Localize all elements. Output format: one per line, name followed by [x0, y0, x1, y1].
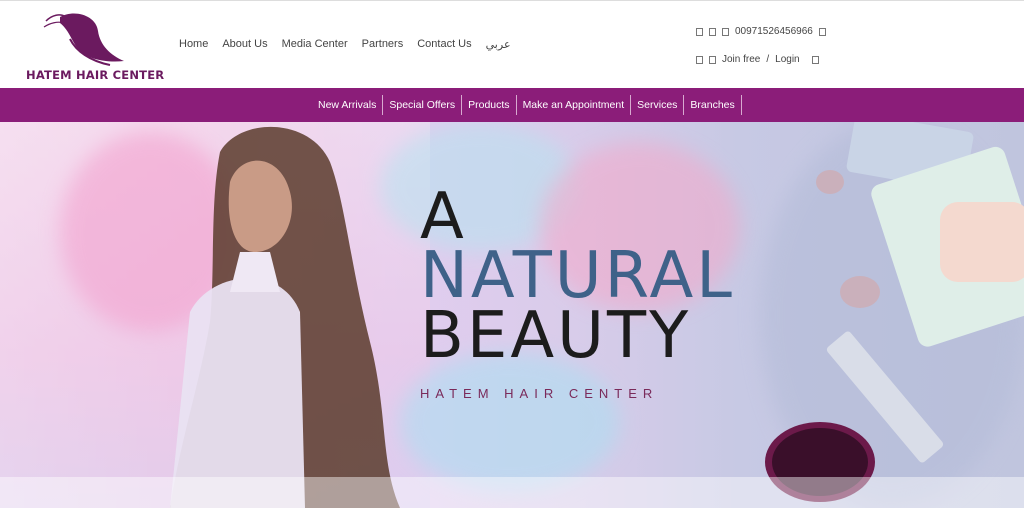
nav-arabic-language[interactable]: عربي	[486, 38, 511, 51]
menu-make-appointment[interactable]: Make an Appointment	[517, 95, 632, 115]
nav-contact-us[interactable]: Contact Us	[417, 38, 471, 51]
logo-hair-icon	[43, 13, 124, 66]
nav-partners[interactable]: Partners	[362, 38, 404, 51]
model-photo	[170, 126, 400, 508]
hero-bottom-band	[0, 477, 1024, 508]
brand-logo[interactable]: HATEM HAIR CENTER	[26, 11, 165, 83]
watercolor-splash	[400, 352, 620, 492]
cart-icon[interactable]	[811, 55, 819, 64]
menu-branches[interactable]: Branches	[684, 95, 742, 115]
top-navigation: Home About Us Media Center Partners Cont…	[179, 38, 525, 51]
main-menu: New Arrivals Special Offers Products Mak…	[312, 95, 742, 115]
lock-icon	[709, 55, 716, 64]
nav-home[interactable]: Home	[179, 38, 208, 51]
phone-number[interactable]: 00971526456966	[735, 26, 813, 37]
hero-subtitle: HATEM HAIR CENTER	[420, 386, 659, 401]
menu-special-offers[interactable]: Special Offers	[383, 95, 463, 115]
menu-new-arrivals[interactable]: New Arrivals	[312, 95, 384, 115]
brand-name: HATEM HAIR CENTER	[26, 68, 165, 82]
account-bar: Join free / Login	[696, 54, 825, 65]
login-link[interactable]: Login	[775, 54, 799, 65]
main-navigation-bar: New Arrivals Special Offers Products Mak…	[0, 88, 1024, 122]
account-separator: /	[766, 54, 770, 65]
hair-products-image	[765, 122, 1024, 502]
nav-media-center[interactable]: Media Center	[282, 38, 348, 51]
nav-about-us[interactable]: About Us	[222, 38, 267, 51]
facebook-icon[interactable]	[696, 27, 703, 36]
whatsapp-icon[interactable]	[818, 27, 826, 36]
phone-icon	[722, 27, 729, 36]
menu-products[interactable]: Products	[462, 95, 517, 115]
contact-bar: 00971526456966	[696, 26, 832, 37]
hero-banner[interactable]: A NATURAL BEAUTY HATEM HAIR CENTER	[0, 122, 1024, 508]
user-icon	[696, 55, 703, 64]
instagram-icon[interactable]	[709, 27, 716, 36]
join-free-link[interactable]: Join free	[722, 54, 760, 65]
hero-headline-line3: BEAUTY	[420, 299, 692, 373]
menu-services[interactable]: Services	[631, 95, 685, 115]
site-header: HATEM HAIR CENTER Home About Us Media Ce…	[0, 0, 1024, 88]
